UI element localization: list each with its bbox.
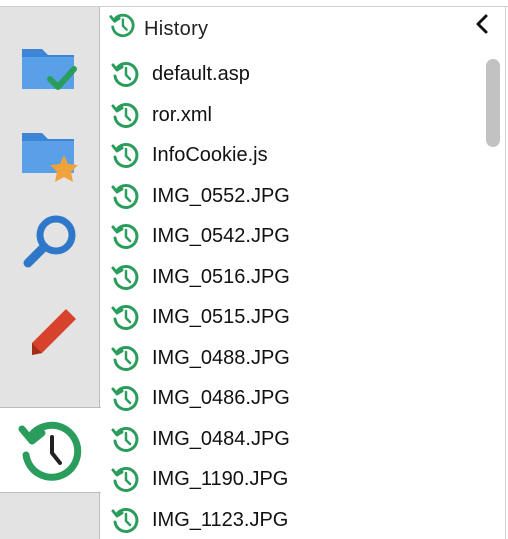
scrollbar-thumb[interactable] [486,59,500,147]
history-icon [111,385,139,411]
sidebar-rail [0,7,101,539]
panel-header: History [101,7,508,51]
app-window: History default.asp ror.xml InfoCookie.j… [0,0,508,539]
history-item-label: InfoCookie.js [152,144,268,166]
history-icon [109,13,135,38]
history-item[interactable]: IMG_1123.JPG [101,501,481,539]
chevron-left-icon[interactable] [471,12,495,36]
sidebar-item-search[interactable] [4,203,96,283]
history-icon [111,507,139,533]
history-panel: History default.asp ror.xml InfoCookie.j… [101,7,508,539]
sidebar-item-folder-check[interactable] [4,29,96,109]
folder-check-icon [22,49,77,90]
panel-title: History [144,18,209,40]
history-item-label: IMG_0515.JPG [152,306,290,328]
history-item[interactable]: IMG_0516.JPG [101,258,481,298]
history-item[interactable]: IMG_0486.JPG [101,379,481,419]
history-item[interactable]: ror.xml [101,96,481,136]
history-item[interactable]: IMG_0488.JPG [101,339,481,379]
folder-star-icon [22,133,78,182]
history-item[interactable]: IMG_0552.JPG [101,177,481,217]
history-icon [111,102,139,128]
sidebar-item-favorites[interactable] [4,114,96,194]
history-item-label: default.asp [152,63,250,85]
history-icon [111,142,139,168]
sidebar-item-history[interactable] [0,407,101,493]
history-icon [111,61,139,87]
history-item-label: IMG_0488.JPG [152,347,290,369]
history-icon [18,421,81,481]
history-item[interactable]: IMG_0542.JPG [101,217,481,257]
scrollbar[interactable] [483,51,503,539]
history-icon [111,304,139,330]
search-icon [23,215,76,268]
history-icon [111,466,139,492]
history-item-label: IMG_0552.JPG [152,185,290,207]
right-border [505,7,506,539]
history-icon [111,183,139,209]
history-icon [111,223,139,249]
history-item-label: IMG_0516.JPG [152,266,290,288]
history-item[interactable]: IMG_1190.JPG [101,460,481,500]
sidebar-item-bookmarks[interactable] [4,291,96,371]
history-icon [111,426,139,452]
history-icon [111,264,139,290]
history-icon [111,345,139,371]
history-item-label: IMG_1190.JPG [152,468,289,490]
history-item[interactable]: InfoCookie.js [101,136,481,176]
history-item[interactable]: IMG_0484.JPG [101,420,481,460]
history-item-label: ror.xml [152,104,212,126]
history-item[interactable]: default.asp [101,55,481,95]
history-item-label: IMG_0484.JPG [152,428,290,450]
history-item-label: IMG_0542.JPG [152,225,290,247]
history-item[interactable]: IMG_0515.JPG [101,298,481,338]
history-item-label: IMG_0486.JPG [152,387,290,409]
bookmark-icon [32,309,76,355]
history-item-label: IMG_1123.JPG [152,509,289,531]
